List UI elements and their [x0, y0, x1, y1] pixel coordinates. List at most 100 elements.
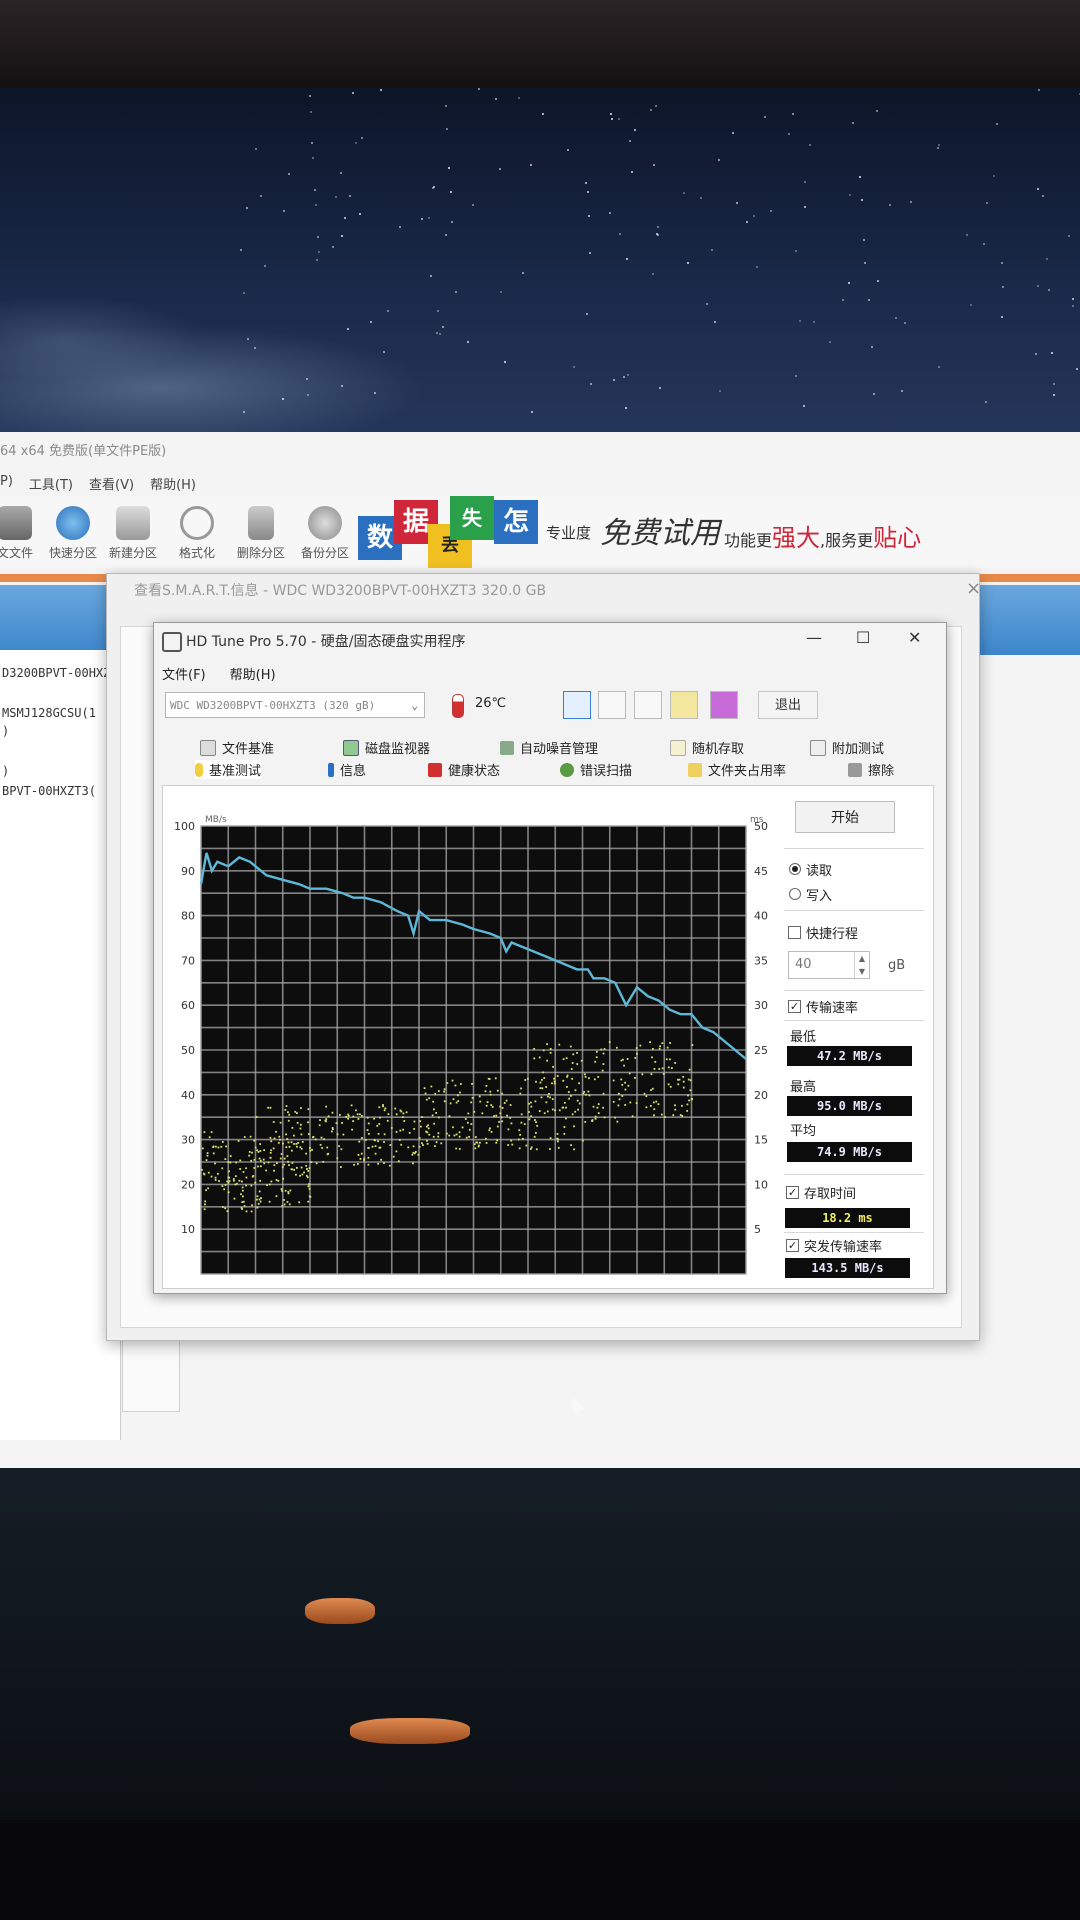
start-button[interactable]: 开始 — [795, 801, 895, 833]
access-time-point — [293, 1168, 296, 1171]
tab-info[interactable]: 信息 — [328, 760, 366, 779]
access-time-point — [552, 1065, 554, 1068]
tab-random-access[interactable]: 随机存取 — [670, 738, 744, 757]
star — [752, 214, 755, 217]
access-time-point — [615, 1046, 618, 1049]
tree-item[interactable]: BPVT-00HXZT3( — [2, 784, 96, 798]
camera-icon[interactable] — [634, 691, 662, 719]
save-icon[interactable] — [710, 691, 738, 719]
access-time-point — [245, 1210, 248, 1213]
short-stroke-stepper[interactable]: 40 ▲ ▼ — [788, 951, 870, 979]
tab-folder-usage[interactable]: 文件夹占用率 — [688, 760, 786, 779]
access-time-point — [360, 1115, 363, 1117]
burst-rate-checkbox[interactable]: ✓ — [786, 1239, 799, 1252]
tab-extra-tests[interactable]: 附加测试 — [810, 738, 884, 757]
access-time-point — [499, 1112, 502, 1115]
write-label: 写入 — [806, 889, 833, 904]
access-time-point — [203, 1173, 206, 1176]
access-time-point — [285, 1146, 288, 1149]
access-time-point — [275, 1195, 278, 1198]
access-time-point — [542, 1049, 545, 1052]
max-value: 95.0 MB/s — [787, 1096, 912, 1116]
menu-file[interactable]: 文件(F) — [162, 664, 206, 683]
access-time-point — [576, 1052, 578, 1054]
exit-button[interactable]: 退出 — [758, 691, 818, 719]
tree-item[interactable]: D3200BPVT-00HXZ1 — [2, 666, 118, 680]
maximize-button[interactable]: ☐ — [856, 628, 870, 647]
access-time-point — [270, 1149, 273, 1152]
access-time-point — [574, 1110, 577, 1113]
star — [529, 164, 532, 167]
advertisement-banner[interactable]: 数 据 丢 失 怎 专业度 免费试用 功能更强大,服务更贴心 — [356, 496, 956, 568]
close-button[interactable]: ✕ — [908, 628, 921, 647]
tab-benchmark[interactable]: 基准测试 — [195, 760, 262, 779]
access-time-point — [503, 1102, 506, 1104]
avg-label: 平均 — [790, 1124, 817, 1139]
access-time-point — [229, 1161, 232, 1164]
write-radio[interactable] — [789, 888, 801, 900]
access-time-point — [228, 1170, 230, 1173]
menu-item-view[interactable]: 查看(V) — [89, 474, 134, 493]
access-time-point — [485, 1142, 488, 1144]
access-time-point — [242, 1195, 244, 1198]
star — [358, 212, 361, 215]
access-time-point — [686, 1103, 689, 1106]
tab-health[interactable]: 健康状态 — [428, 760, 500, 779]
options-icon[interactable] — [670, 691, 698, 719]
smart-close-button[interactable]: × — [966, 578, 981, 599]
transfer-rate-checkbox[interactable]: ✓ — [788, 1000, 801, 1013]
access-time-point — [287, 1111, 289, 1114]
star — [804, 205, 807, 208]
tab-disk-monitor[interactable]: 磁盘监视器 — [343, 738, 430, 757]
new-partition-button[interactable]: 新建分区 — [98, 506, 168, 561]
copy-screenshot-button[interactable] — [598, 691, 626, 719]
menu-item-help[interactable]: 帮助(H) — [150, 474, 196, 493]
read-radio[interactable] — [789, 863, 801, 875]
access-time-point — [443, 1100, 446, 1103]
access-time-point — [448, 1115, 451, 1118]
access-time-point — [566, 1074, 569, 1077]
star — [867, 299, 870, 302]
backup-partition-button[interactable]: 备份分区 — [290, 506, 360, 561]
access-time-point — [378, 1106, 381, 1109]
access-time-point — [253, 1139, 256, 1142]
y-tick-label-right: 20 — [754, 1089, 768, 1102]
tab-erase[interactable]: 擦除 — [848, 760, 894, 779]
access-time-point — [602, 1063, 605, 1065]
tab-aam[interactable]: 自动噪音管理 — [500, 738, 598, 757]
access-time-point — [212, 1152, 215, 1155]
tab-file-benchmark[interactable]: 文件基准 — [200, 738, 274, 757]
access-time-checkbox[interactable]: ✓ — [786, 1186, 799, 1199]
access-time-point — [236, 1182, 238, 1185]
access-time-point — [654, 1060, 657, 1063]
access-time-point — [263, 1149, 266, 1152]
delete-partition-button[interactable]: 删除分区 — [226, 506, 296, 561]
drive-select[interactable]: WDC WD3200BPVT-00HXZT3 (320 gB) ⌄ — [165, 692, 425, 718]
star — [448, 167, 451, 170]
menu-help[interactable]: 帮助(H) — [230, 664, 276, 683]
menu-item[interactable]: P) — [0, 474, 13, 493]
access-time-point — [534, 1100, 537, 1103]
star — [623, 375, 626, 378]
star — [657, 234, 660, 237]
toolbar-label: 快速分区 — [48, 546, 97, 560]
access-time-point — [330, 1130, 333, 1133]
tree-item[interactable]: MSMJ128GCSU(1 — [2, 706, 96, 720]
minimize-button[interactable]: — — [806, 628, 822, 647]
copy-text-button[interactable] — [563, 691, 591, 719]
short-stroke-checkbox[interactable] — [788, 926, 801, 939]
y-tick-label-right: 10 — [754, 1178, 768, 1191]
access-time-point — [496, 1125, 499, 1128]
format-button[interactable]: 格式化 — [162, 506, 232, 561]
access-time-point — [507, 1128, 510, 1131]
access-time-point — [299, 1127, 302, 1130]
access-time-point — [275, 1162, 278, 1165]
stepper-arrows-icon[interactable]: ▲ ▼ — [854, 952, 869, 978]
y-tick-label-right: 25 — [754, 1044, 768, 1057]
access-time-point — [505, 1099, 508, 1102]
disk-tree[interactable]: D3200BPVT-00HXZ1 MSMJ128GCSU(1 ) ) BPVT-… — [0, 650, 121, 1440]
tab-error-scan[interactable]: 错误扫描 — [560, 760, 632, 779]
access-time-point — [510, 1139, 513, 1142]
access-time-point — [359, 1157, 362, 1160]
menu-item-tools[interactable]: 工具(T) — [29, 474, 73, 493]
